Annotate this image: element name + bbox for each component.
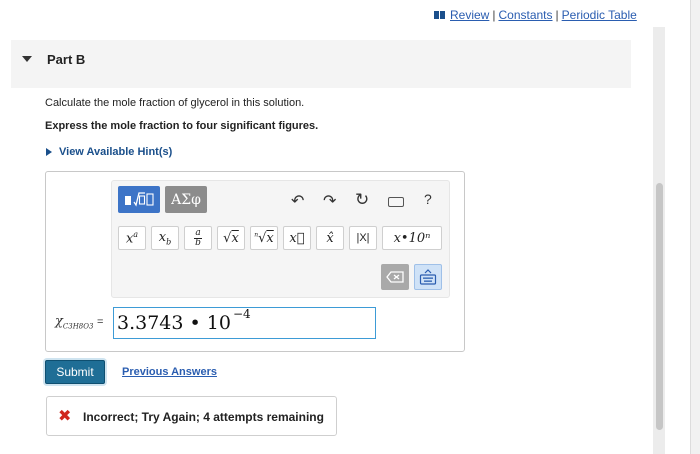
scrollbar-thumb[interactable] bbox=[656, 183, 663, 430]
variable-label: χC3H8O3 bbox=[55, 314, 93, 331]
collapse-caret-icon[interactable] bbox=[22, 56, 32, 62]
variable-subscript: C3H8O3 bbox=[62, 322, 94, 331]
backspace-button[interactable] bbox=[381, 264, 409, 290]
answer-mantissa: 3.3743 • 10 bbox=[117, 312, 231, 334]
undo-icon[interactable]: ↶ bbox=[291, 191, 304, 211]
equals-sign: = bbox=[97, 316, 104, 328]
keyboard-toggle-button[interactable] bbox=[414, 264, 442, 290]
link-separator: | bbox=[492, 8, 496, 22]
resource-links: Review | Constants | Periodic Table bbox=[434, 8, 637, 22]
feedback-message: Incorrect; Try Again; 4 attempts remaini… bbox=[83, 410, 324, 424]
instruction-text: Express the mole fraction to four signif… bbox=[45, 120, 319, 132]
vector-icon: x⃗ bbox=[289, 230, 305, 246]
part-title: Part B bbox=[47, 52, 86, 67]
templates-button[interactable] bbox=[118, 186, 160, 213]
window-edge bbox=[690, 0, 700, 454]
help-button[interactable]: ? bbox=[424, 191, 432, 207]
square-root-icon: √x bbox=[223, 230, 239, 246]
redo-icon[interactable]: ↷ bbox=[323, 191, 336, 211]
keyboard-icon bbox=[419, 269, 437, 285]
scientific-notation-button[interactable]: x•10ⁿ bbox=[382, 226, 442, 250]
backspace-icon bbox=[386, 271, 404, 283]
hint-caret-icon[interactable] bbox=[46, 148, 52, 156]
greek-symbols-button[interactable]: ΑΣφ bbox=[165, 186, 207, 213]
link-separator: | bbox=[555, 8, 559, 22]
part-header[interactable] bbox=[11, 40, 631, 88]
vector-button[interactable]: x⃗ bbox=[283, 226, 311, 250]
absolute-value-button[interactable]: |X| bbox=[349, 226, 377, 250]
constants-link[interactable]: Constants bbox=[498, 8, 552, 22]
reset-icon[interactable]: ↻ bbox=[355, 190, 369, 210]
answer-input[interactable]: 3.3743 • 10 −4 bbox=[113, 307, 376, 339]
subscript-button[interactable]: xb bbox=[151, 226, 179, 250]
error-x-icon: ✖ bbox=[58, 408, 72, 425]
previous-answers-link[interactable]: Previous Answers bbox=[122, 366, 217, 378]
view-hints-link[interactable]: View Available Hint(s) bbox=[59, 146, 172, 158]
submit-button[interactable]: Submit bbox=[45, 360, 105, 384]
unit-vector-button[interactable]: x̂ bbox=[316, 226, 344, 250]
superscript-icon: xa bbox=[125, 229, 139, 247]
fraction-icon: ab bbox=[194, 227, 202, 248]
answer-exponent: −4 bbox=[232, 307, 251, 321]
review-link[interactable]: Review bbox=[450, 8, 489, 22]
book-icon bbox=[434, 11, 445, 19]
superscript-button[interactable]: xa bbox=[118, 226, 146, 250]
templates-icon bbox=[125, 191, 154, 207]
periodic-table-link[interactable]: Periodic Table bbox=[562, 8, 637, 22]
nth-root-button[interactable]: n√x bbox=[250, 226, 278, 250]
unit-vector-icon: x̂ bbox=[326, 230, 334, 246]
variable-symbol: χ bbox=[55, 314, 63, 329]
square-root-button[interactable]: √x bbox=[217, 226, 245, 250]
subscript-icon: xb bbox=[158, 229, 172, 247]
keyboard-shortcuts-icon[interactable] bbox=[388, 197, 404, 207]
question-text: Calculate the mole fraction of glycerol … bbox=[45, 97, 305, 109]
fraction-button[interactable]: ab bbox=[184, 226, 212, 250]
nth-root-icon: n√x bbox=[254, 230, 274, 246]
